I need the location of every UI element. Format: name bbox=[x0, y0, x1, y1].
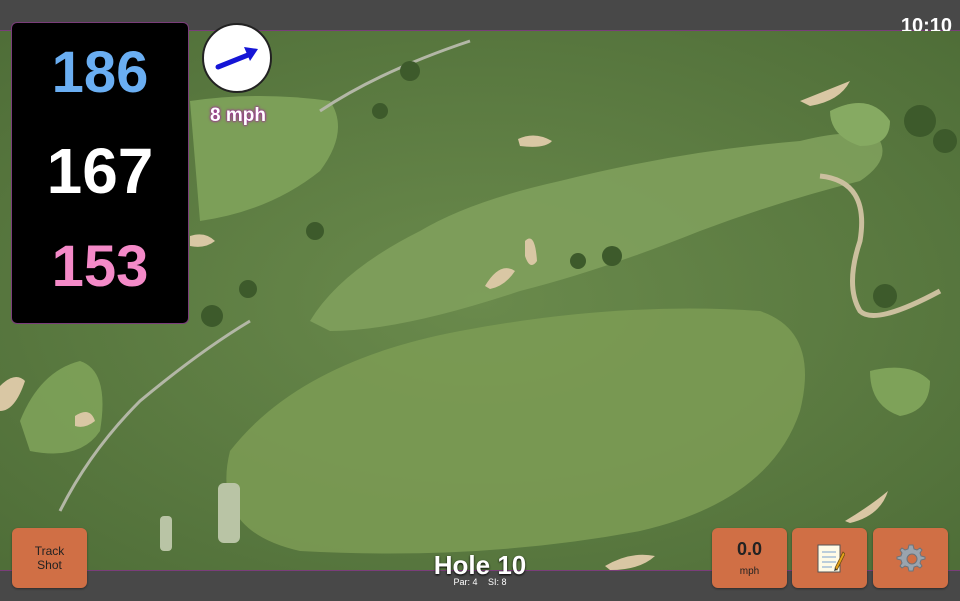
back-distance: 186 bbox=[51, 40, 149, 105]
stroke-index-label: SI: 8 bbox=[488, 577, 507, 587]
middle-distance: 167 bbox=[46, 135, 154, 207]
par-label: Par: 4 bbox=[453, 577, 478, 587]
wind-indicator bbox=[202, 23, 272, 93]
speed-value: 0.0 bbox=[736, 539, 763, 559]
speed-unit: mph bbox=[739, 566, 760, 577]
hole-info: Par: 4 SI: 8 bbox=[380, 577, 580, 587]
speed-button[interactable]: 0.0 mph bbox=[712, 528, 787, 588]
wind-arrow-icon bbox=[215, 47, 258, 70]
settings-button[interactable] bbox=[873, 528, 948, 588]
track-shot-label-line1: Track bbox=[34, 544, 65, 558]
distance-panel: 186 167 153 bbox=[11, 22, 189, 324]
notes-icon bbox=[817, 544, 845, 573]
notes-button[interactable] bbox=[792, 528, 867, 588]
track-shot-label-line2: Shot bbox=[37, 558, 62, 572]
gear-icon bbox=[896, 544, 925, 572]
front-distance: 153 bbox=[51, 234, 149, 299]
track-shot-button[interactable]: Track Shot bbox=[12, 528, 87, 588]
wind-speed-label: 8 mph bbox=[210, 105, 266, 126]
